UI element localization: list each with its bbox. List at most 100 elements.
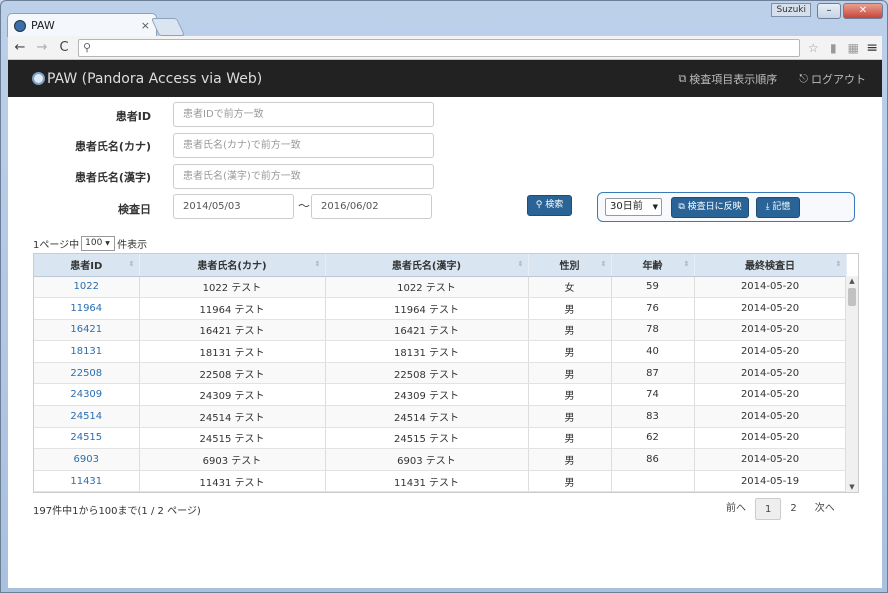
display-order-label: 検査項目表示順序	[689, 72, 778, 86]
remember-button[interactable]: ⤓ 記憶	[756, 197, 800, 218]
per-page-select[interactable]: 100 ▼	[81, 236, 116, 251]
per-page-control: 1ページ中 100 ▼ 件表示	[33, 236, 147, 251]
brand-title: PAW (Pandora Access via Web)	[47, 70, 263, 87]
table-cell: 2014-05-19	[694, 470, 847, 492]
table-row[interactable]: 16421 16421 テスト 16421 テスト男 78 2014-05-20	[34, 319, 847, 342]
table-row[interactable]: 1022 1022 テスト 1022 テスト女 59 2014-05-20	[34, 276, 847, 299]
patient-id-link[interactable]: 24309	[34, 383, 140, 407]
table-row[interactable]: 11431 11431 テスト 11431 テスト男 2014-05-19	[34, 470, 847, 492]
menu-icon[interactable]: ≡	[866, 40, 878, 56]
brand-link[interactable]: PAW (Pandora Access via Web)	[32, 71, 262, 87]
table-cell: 59	[611, 276, 695, 299]
table-scrollbar[interactable]: ▲ ▼	[845, 276, 858, 492]
patient-id-link[interactable]: 6903	[34, 448, 140, 471]
column-header[interactable]: 患者氏名(漢字) ⇕	[325, 254, 529, 277]
date-to-input[interactable]: 2016/06/02	[311, 194, 432, 219]
patient-id-link[interactable]: 22508	[34, 362, 140, 385]
table-cell: 6903 テスト	[139, 448, 326, 471]
page-content: PAW (Pandora Access via Web) ⧉ 検査項目表示順序 …	[8, 60, 882, 588]
search-button-icon: ⚲	[535, 200, 543, 210]
period-select[interactable]: 30日前 ▼	[605, 198, 662, 216]
table-row[interactable]: 22508 22508 テスト 22508 テスト男 87 2014-05-20	[34, 362, 847, 385]
table-row[interactable]: 11964 11964 テスト 11964 テスト男 76 2014-05-20	[34, 297, 847, 320]
reload-button[interactable]: C	[56, 40, 72, 55]
scroll-down-icon[interactable]: ▼	[846, 483, 858, 491]
period-select-value: 30日前	[610, 201, 643, 212]
column-header[interactable]: 性別 ⇕	[528, 254, 612, 277]
table-cell: 2014-05-20	[694, 319, 847, 342]
user-badge[interactable]: Suzuki	[771, 3, 811, 17]
column-header[interactable]: 患者氏名(カナ) ⇕	[139, 254, 326, 277]
scroll-up-icon[interactable]: ▲	[846, 277, 858, 285]
address-bar[interactable]: ⚲	[78, 38, 801, 57]
table-cell: 男	[528, 405, 612, 428]
table-cell: 18131 テスト	[139, 340, 326, 363]
column-header[interactable]: 最終検査日 ⇕	[694, 254, 847, 277]
paw-favicon-icon	[14, 19, 26, 32]
search-button[interactable]: ⚲ 検索	[527, 195, 572, 216]
table-row[interactable]: 24309 24309 テスト 24309 テスト男 74 2014-05-20	[34, 383, 847, 407]
table-cell: 6903 テスト	[325, 448, 529, 471]
table-cell: 24515 テスト	[325, 427, 529, 450]
table-row[interactable]: 24515 24515 テスト 24515 テスト男 62 2014-05-20	[34, 427, 847, 450]
sort-icon: ⇕	[835, 260, 842, 268]
external-link-icon: ⧉	[678, 71, 687, 85]
prev-page-button[interactable]: 前へ	[717, 498, 755, 520]
extension-2-icon[interactable]: ▦	[846, 41, 860, 55]
date-separator: 〜	[298, 199, 311, 213]
patient-id-label: 患者ID	[115, 110, 151, 123]
pagination: 前へ 1 2 次へ	[717, 498, 844, 520]
logout-label: ログアウト	[811, 72, 866, 86]
column-header-label: 年齢	[642, 261, 663, 273]
sort-icon: ⇕	[128, 260, 135, 268]
table-cell: 男	[528, 319, 612, 342]
back-button[interactable]: ←	[12, 40, 28, 55]
table-cell: 女	[528, 276, 612, 299]
date-from-input[interactable]: 2014/05/03	[173, 194, 294, 219]
logout-link[interactable]: ⎋ ログアウト	[799, 71, 866, 87]
table-cell: 2014-05-20	[694, 427, 847, 450]
minimize-button[interactable]: –	[817, 3, 841, 19]
close-tab-icon[interactable]: ×	[141, 19, 150, 32]
close-window-button[interactable]: ✕	[843, 3, 883, 19]
next-page-button[interactable]: 次へ	[806, 498, 844, 520]
patient-id-link[interactable]: 16421	[34, 319, 140, 342]
column-header-label: 患者氏名(カナ)	[197, 261, 267, 273]
column-header[interactable]: 年齢 ⇕	[611, 254, 695, 277]
column-header-label: 患者ID	[70, 261, 103, 273]
table-row[interactable]: 24514 24514 テスト 24514 テスト男 83 2014-05-20	[34, 405, 847, 428]
sort-icon: ⇕	[517, 260, 524, 268]
patient-id-link[interactable]: 11964	[34, 297, 140, 320]
table-cell: 2014-05-20	[694, 383, 847, 407]
table-cell: 男	[528, 470, 612, 492]
table-cell: 24514 テスト	[139, 405, 326, 428]
table-row[interactable]: 6903 6903 テスト 6903 テスト男 86 2014-05-20	[34, 448, 847, 471]
display-order-link[interactable]: ⧉ 検査項目表示順序	[678, 71, 777, 87]
apply-to-date-button[interactable]: ⧉ 検査日に反映	[671, 197, 749, 218]
page-2-button[interactable]: 2	[781, 498, 805, 520]
browser-tab[interactable]: PAW ×	[7, 13, 157, 37]
scroll-thumb[interactable]	[848, 288, 856, 306]
patient-id-link[interactable]: 24514	[34, 405, 140, 428]
patient-id-link[interactable]: 11431	[34, 470, 140, 492]
table-cell: 78	[611, 319, 695, 342]
table-cell	[611, 470, 695, 492]
extension-icon[interactable]: ▮	[826, 41, 840, 55]
patient-id-link[interactable]: 24515	[34, 427, 140, 450]
patient-table-container: 患者ID ⇕ 患者氏名(カナ) ⇕ 患者氏名(漢字) ⇕ 性別 ⇕ 年齢 ⇕ 最終検査日 ⇕ 1022…	[33, 253, 859, 493]
patient-id-link[interactable]: 18131	[34, 340, 140, 363]
table-cell: 22508 テスト	[325, 362, 529, 385]
table-row[interactable]: 18131 18131 テスト 18131 テスト男 40 2014-05-20	[34, 340, 847, 363]
bookmark-icon[interactable]: ☆	[806, 41, 820, 55]
column-header[interactable]: 患者ID ⇕	[34, 254, 140, 277]
forward-button[interactable]: →	[34, 40, 50, 55]
table-cell: 11431 テスト	[325, 470, 529, 492]
patient-id-link[interactable]: 1022	[34, 276, 140, 299]
kanji-input[interactable]: 患者氏名(漢字)で前方一致	[173, 164, 434, 189]
sort-icon: ⇕	[683, 260, 690, 268]
kana-input[interactable]: 患者氏名(カナ)で前方一致	[173, 133, 434, 158]
table-cell: 24515 テスト	[139, 427, 326, 450]
patient-id-input[interactable]: 患者IDで前方一致	[173, 102, 434, 127]
table-cell: 83	[611, 405, 695, 428]
page-1-button[interactable]: 1	[755, 498, 782, 520]
